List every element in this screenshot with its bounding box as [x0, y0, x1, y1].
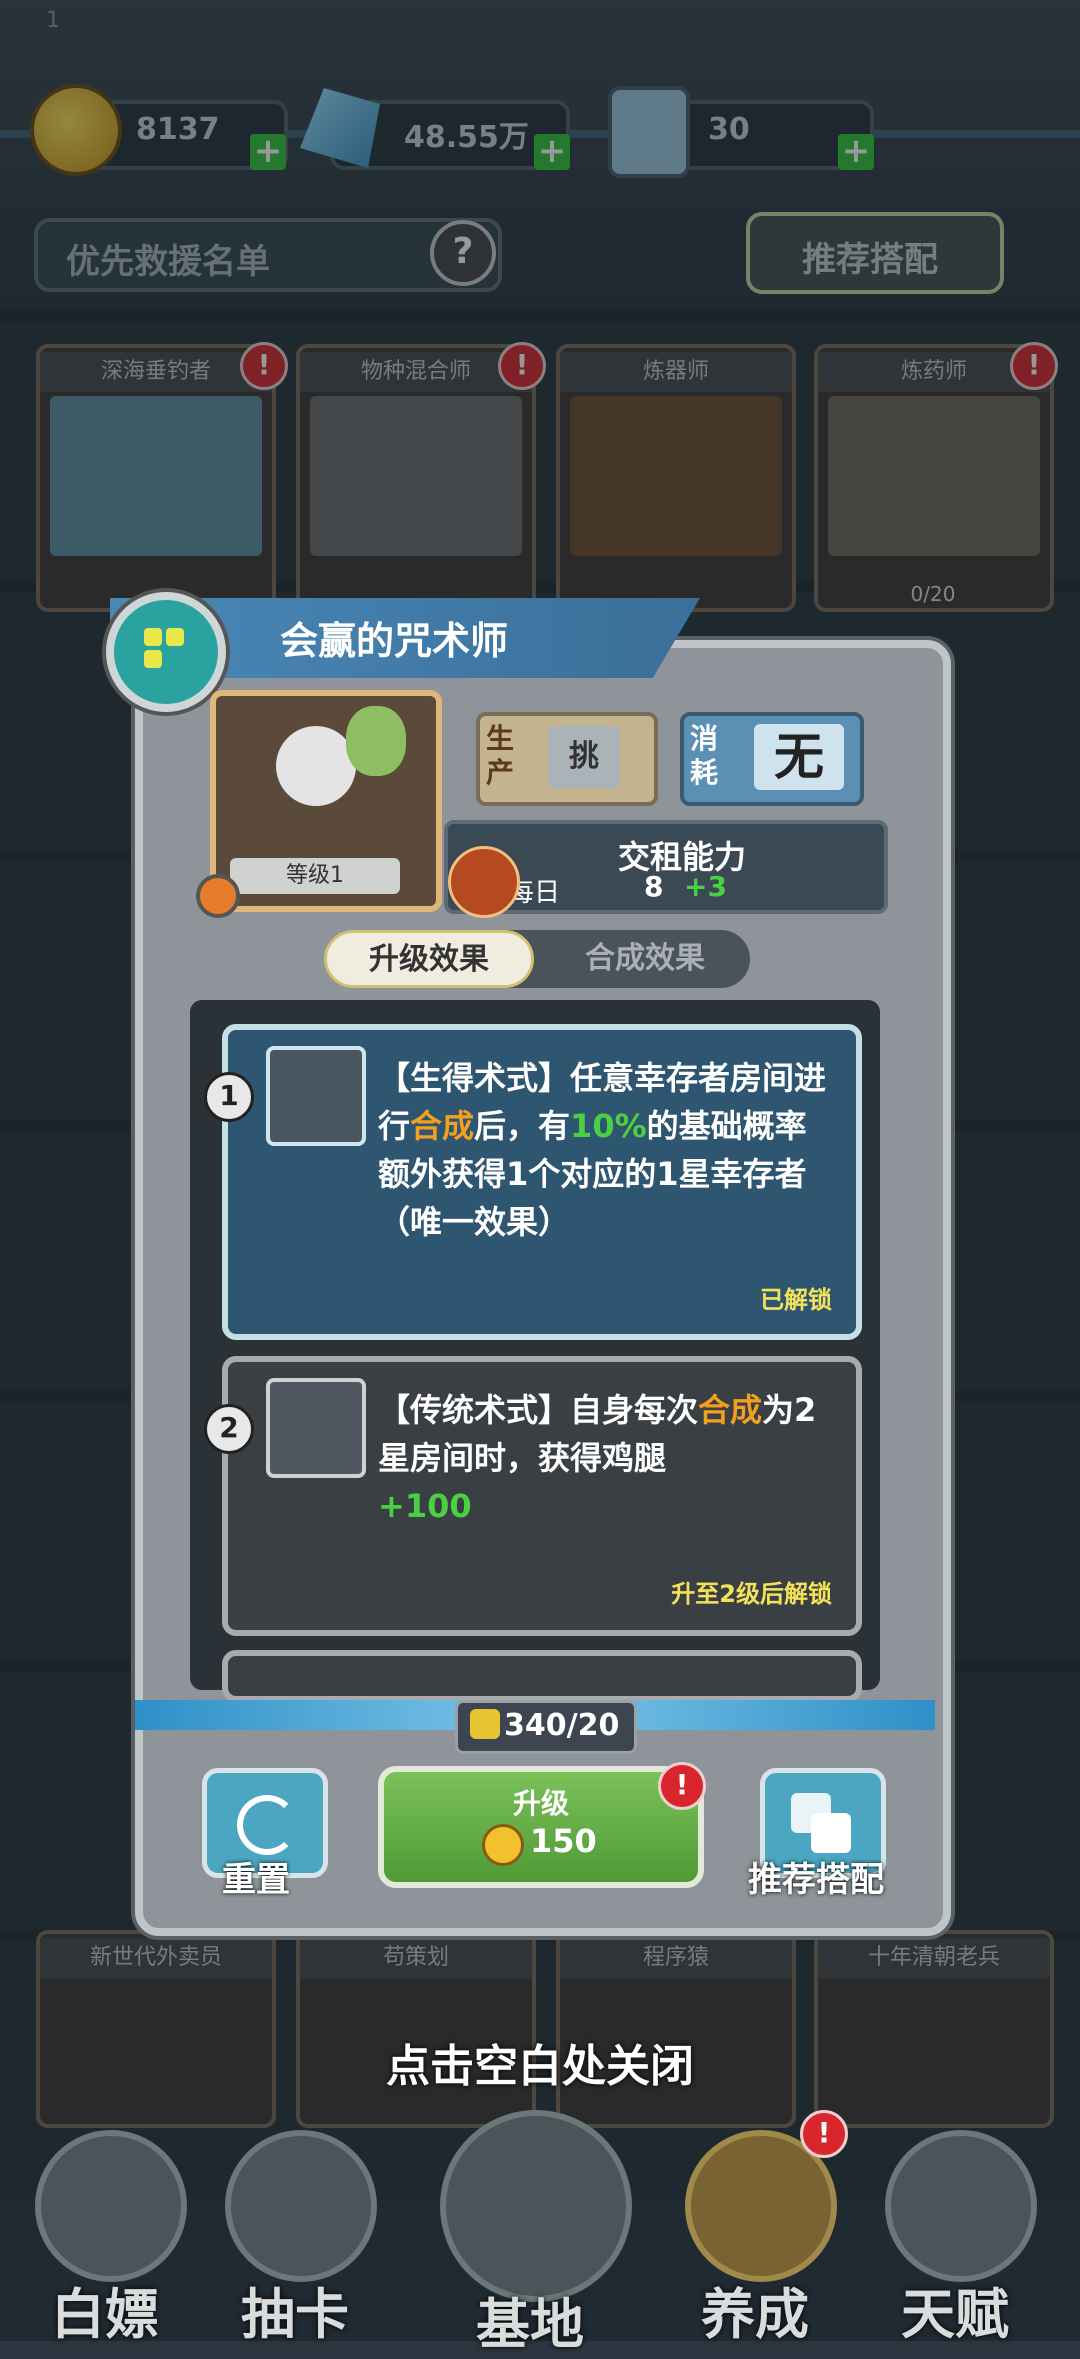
embryo-icon — [266, 1046, 366, 1146]
portrait-marker-icon — [196, 874, 240, 918]
close-hint[interactable]: 点击空白处关闭 — [0, 2030, 1080, 2094]
drumstick-icon — [448, 846, 520, 918]
produce-label: 生产 — [486, 722, 515, 789]
nav-base[interactable]: 基地 — [440, 2110, 632, 2356]
effect-tabs: 升级效果 合成效果 — [324, 930, 750, 988]
consume-value: 无 — [754, 724, 844, 790]
tab-upgrade-effect[interactable]: 升级效果 — [324, 930, 534, 988]
upgrade-cost: 150 — [530, 1822, 597, 1860]
reset-label: 重置 — [222, 1860, 290, 1900]
puzzle-icon — [470, 1709, 500, 1739]
wallet-icon — [35, 2130, 187, 2282]
recommend-label: 推荐搭配 — [748, 1860, 884, 1900]
dialog-title: 会赢的咒术师 — [280, 619, 509, 663]
produce-item: 挑 — [548, 726, 620, 788]
technique-icon — [266, 1378, 366, 1478]
shard-count: 340/20 — [504, 1708, 620, 1743]
skill-status: 已解锁 — [760, 1286, 832, 1314]
portrait-level: 等级1 — [230, 858, 400, 894]
stack-icon — [811, 1813, 851, 1853]
talent-icon — [885, 2130, 1037, 2282]
alert-icon: ! — [800, 2110, 848, 2158]
skill-card — [222, 1650, 862, 1702]
nav-free[interactable]: 白嫖 — [20, 2120, 190, 2346]
coin-icon — [482, 1824, 524, 1866]
rent-value: 8 — [644, 870, 664, 903]
nav-talent-label: 天赋 — [901, 2283, 1009, 2346]
skill-description: 【生得术式】任意幸存者房间进行合成后，有10%的基础概率额外获得1个对应的1星幸… — [378, 1059, 827, 1241]
nav-base-label: 基地 — [476, 2293, 584, 2356]
tab-merge-effect[interactable]: 合成效果 — [540, 930, 750, 988]
alert-icon: ! — [658, 1762, 706, 1810]
nav-gacha[interactable]: 抽卡 — [210, 2120, 380, 2346]
shard-counter: 340/20 — [455, 1700, 637, 1754]
upgrade-button[interactable]: 升级 150 — [378, 1766, 704, 1888]
ssr-icon — [225, 2130, 377, 2282]
consume-box: 消耗 无 — [680, 712, 864, 806]
skill-status: 升至2级后解锁 — [671, 1580, 832, 1608]
room-type-icon — [106, 592, 226, 712]
skill-card: 【传统术式】自身每次合成为2星房间时，获得鸡腿 +100 升至2级后解锁 — [222, 1356, 862, 1636]
skill-description: 【传统术式】自身每次合成为2星房间时，获得鸡腿 +100 — [378, 1391, 817, 1525]
upgrade-label: 升级 — [512, 1787, 569, 1820]
nav-develop-label: 养成 — [701, 2283, 809, 2346]
produce-box: 生产 挑 — [476, 712, 658, 806]
consume-label: 消耗 — [690, 722, 719, 789]
nav-gacha-label: 抽卡 — [241, 2283, 349, 2346]
refresh-icon — [237, 1795, 297, 1855]
skill-number: 2 — [204, 1404, 254, 1454]
nav-talent[interactable]: 天赋 — [870, 2120, 1040, 2346]
skill-card: 【生得术式】任意幸存者房间进行合成后，有10%的基础概率额外获得1个对应的1星幸… — [222, 1024, 862, 1340]
rent-bonus: +3 — [684, 870, 727, 903]
nav-free-label: 白嫖 — [51, 2283, 159, 2346]
base-icon — [440, 2110, 632, 2302]
skill-number: 1 — [204, 1072, 254, 1122]
